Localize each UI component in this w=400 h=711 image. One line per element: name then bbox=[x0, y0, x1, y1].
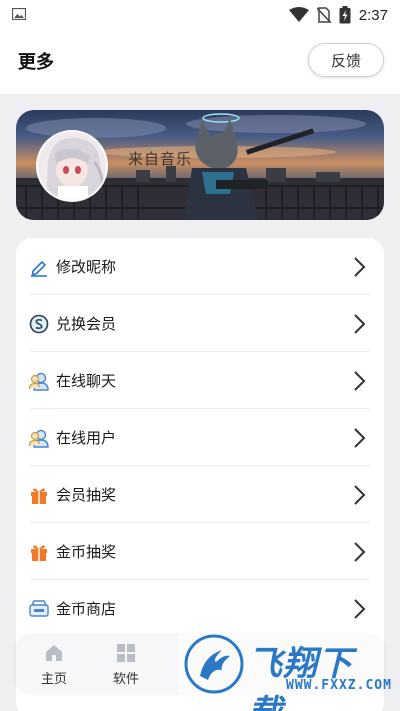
edit-pen-icon bbox=[28, 256, 50, 278]
nav-label: 主页 bbox=[40, 672, 67, 687]
watermark: 飞翔下载 WWW.FXXZ.COM bbox=[178, 632, 391, 711]
menu-item-label: 会员抽奖 bbox=[56, 486, 117, 504]
menu-item-online-users[interactable]: 在线用户 bbox=[16, 409, 384, 466]
no-sim-icon bbox=[316, 7, 331, 23]
menu-item-member-lottery[interactable]: 会员抽奖 bbox=[16, 466, 384, 523]
chevron-right-icon bbox=[354, 371, 366, 391]
chevron-right-icon bbox=[354, 428, 366, 448]
menu-item-label: 兑换会员 bbox=[56, 315, 117, 333]
image-icon bbox=[12, 8, 26, 20]
gift-icon bbox=[28, 484, 50, 506]
chevron-right-icon bbox=[354, 485, 366, 505]
profile-banner[interactable]: 来自音乐 bbox=[16, 110, 384, 220]
home-icon bbox=[46, 645, 62, 661]
nav-item-home[interactable]: 主页 bbox=[24, 640, 84, 690]
chevron-right-icon bbox=[354, 542, 366, 562]
menu-item-edit-nickname[interactable]: 修改昵称 bbox=[16, 238, 384, 295]
chevron-right-icon bbox=[354, 257, 366, 277]
store-icon bbox=[28, 598, 50, 620]
chevron-right-icon bbox=[354, 314, 366, 334]
menu-item-label: 在线聊天 bbox=[56, 372, 117, 390]
apps-icon bbox=[117, 644, 135, 662]
wifi-icon bbox=[288, 7, 309, 22]
page-header: 更多 反馈 bbox=[0, 30, 400, 94]
menu-item-label: 在线用户 bbox=[56, 429, 117, 447]
gift-icon bbox=[28, 541, 50, 563]
online-users-icon bbox=[28, 427, 50, 449]
status-bar: 2:37 bbox=[0, 0, 400, 30]
nav-label: 软件 bbox=[112, 672, 139, 687]
menu-item-coin-store[interactable]: 金币商店 bbox=[16, 580, 384, 637]
battery-charging-icon bbox=[339, 6, 351, 24]
feedback-button[interactable]: 反馈 bbox=[308, 43, 384, 77]
exchange-coin-icon bbox=[28, 313, 50, 335]
watermark-title: 飞翔下载 bbox=[248, 644, 353, 711]
menu-item-redeem-membership[interactable]: 兑换会员 bbox=[16, 295, 384, 352]
menu-item-online-chat[interactable]: 在线聊天 bbox=[16, 352, 384, 409]
menu-item-label: 金币商店 bbox=[56, 600, 117, 618]
chevron-right-icon bbox=[354, 599, 366, 619]
menu-item-label: 修改昵称 bbox=[56, 258, 117, 276]
profile-name: 来自音乐 bbox=[128, 150, 193, 168]
menu-item-label: 金币抽奖 bbox=[56, 543, 117, 561]
status-time: 2:37 bbox=[358, 6, 388, 24]
chat-users-icon bbox=[28, 370, 50, 392]
avatar[interactable] bbox=[36, 130, 108, 202]
watermark-url: WWW.FXXZ.COM bbox=[286, 678, 392, 693]
page-title: 更多 bbox=[18, 52, 54, 73]
nav-item-software[interactable]: 软件 bbox=[96, 640, 156, 690]
menu-item-coin-lottery[interactable]: 金币抽奖 bbox=[16, 523, 384, 580]
watermark-logo-icon bbox=[184, 634, 244, 694]
